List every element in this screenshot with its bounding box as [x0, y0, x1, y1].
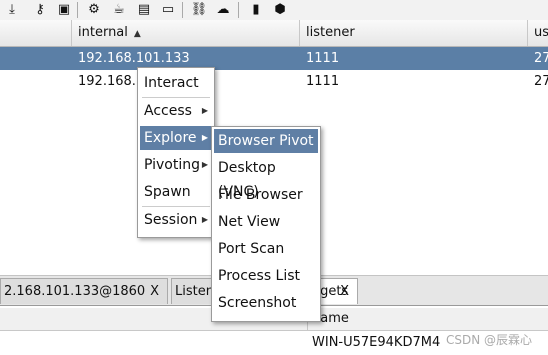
table-row[interactable]: 192.168.1 1111 27	[0, 70, 548, 93]
submenu-arrow-icon: ▶	[201, 160, 208, 169]
key-icon[interactable]: ⚷	[32, 2, 48, 18]
context-menu: Interact Access ▶ Explore ▶ Pivoting ▶ S…	[137, 67, 215, 238]
column-header-name[interactable]: name	[308, 308, 548, 330]
toolbar-separator	[182, 2, 183, 18]
menu-item-spawn[interactable]: Spawn	[140, 180, 212, 204]
tab-close-icon[interactable]: X	[340, 279, 349, 305]
menu-item-label: Spawn	[144, 184, 191, 200]
tab-session[interactable]: 2.168.101.133@1860 X	[0, 278, 168, 304]
menu-item-label: Pivoting	[144, 157, 201, 173]
column-header-internal[interactable]: internal ▲	[72, 20, 300, 46]
cloud-icon[interactable]: ☁	[215, 2, 231, 18]
menu-separator	[142, 206, 210, 207]
sort-ascending-icon: ▲	[133, 29, 141, 39]
column-header-user-label: us	[534, 25, 548, 40]
terminal-icon[interactable]: ▭	[160, 2, 176, 18]
download-icon[interactable]: ⤓	[4, 2, 20, 18]
tab-session-label: 2.168.101.133@1860	[4, 284, 146, 299]
cell-user: 27	[534, 51, 548, 66]
watermark: CSDN @辰霖心	[445, 333, 532, 347]
menu-item-label: Process List	[218, 268, 301, 284]
submenu-arrow-icon: ▶	[201, 106, 208, 115]
menu-item-label: Explore	[144, 130, 197, 146]
tab-close-icon[interactable]: X	[150, 279, 159, 305]
tab-listeners[interactable]: Listen	[171, 278, 215, 304]
menu-item-label: Access	[144, 103, 192, 119]
menu-item-port-scan[interactable]: Port Scan	[214, 237, 318, 261]
toolbar-separator	[238, 2, 239, 18]
submenu-arrow-icon: ▶	[201, 215, 208, 224]
package-icon[interactable]: ⬢	[272, 2, 288, 18]
menu-item-session[interactable]: Session ▶	[140, 208, 212, 232]
menu-item-label: Screenshot	[218, 295, 297, 311]
menu-item-process-list[interactable]: Process List	[214, 264, 318, 288]
submenu-arrow-icon: ▶	[201, 133, 208, 142]
cell-listener: 1111	[306, 51, 340, 66]
menu-item-label: Session	[144, 212, 198, 228]
cell-listener: 1111	[306, 74, 340, 89]
menu-item-desktop-vnc[interactable]: Desktop (VNC)	[214, 156, 318, 200]
column-header-blank[interactable]	[0, 20, 72, 46]
menu-item-label: Interact	[144, 75, 199, 91]
gear-icon[interactable]: ⚙	[86, 2, 102, 18]
image-icon[interactable]: ▣	[56, 2, 72, 18]
tab-listeners-label: Listen	[175, 284, 214, 299]
menu-item-interact[interactable]: Interact	[140, 71, 212, 95]
menu-item-file-browser[interactable]: File Browser	[214, 183, 318, 207]
menu-separator	[142, 97, 210, 98]
link-icon[interactable]: ⛓	[191, 2, 208, 18]
column-header-listener[interactable]: listener	[300, 20, 528, 46]
menu-item-label: Port Scan	[218, 241, 285, 257]
toolbar-separator	[77, 2, 78, 18]
document-icon[interactable]: ▤	[136, 2, 152, 18]
menu-item-net-view[interactable]: Net View	[214, 210, 318, 234]
column-header-listener-label: listener	[306, 25, 355, 40]
menu-item-label: Browser Pivot	[218, 133, 314, 149]
menu-item-pivoting[interactable]: Pivoting ▶	[140, 153, 212, 177]
book-icon[interactable]: ▮	[248, 2, 264, 18]
cell-user: 27	[534, 74, 548, 89]
explore-submenu: Browser Pivot Desktop (VNC) File Browser…	[211, 126, 321, 322]
menu-item-explore[interactable]: Explore ▶	[140, 126, 212, 150]
table-row[interactable]: 192.168.101.133 1111 27	[0, 47, 548, 70]
menu-item-label: File Browser	[218, 187, 303, 203]
beacons-table-header: internal ▲ listener us	[0, 20, 548, 47]
menu-item-label: Net View	[218, 214, 281, 230]
toolbar: ⤓ ⚷ ▣ ⚙ ☕ ▤ ▭ ⛓ ☁ ▮ ⬢	[0, 0, 548, 21]
menu-item-screenshot[interactable]: Screenshot	[214, 291, 318, 315]
menu-item-browser-pivot[interactable]: Browser Pivot	[214, 129, 318, 153]
column-header-internal-label: internal	[78, 25, 128, 40]
menu-item-access[interactable]: Access ▶	[140, 99, 212, 123]
coffee-icon[interactable]: ☕	[111, 2, 127, 18]
column-header-user[interactable]: us	[528, 20, 548, 46]
